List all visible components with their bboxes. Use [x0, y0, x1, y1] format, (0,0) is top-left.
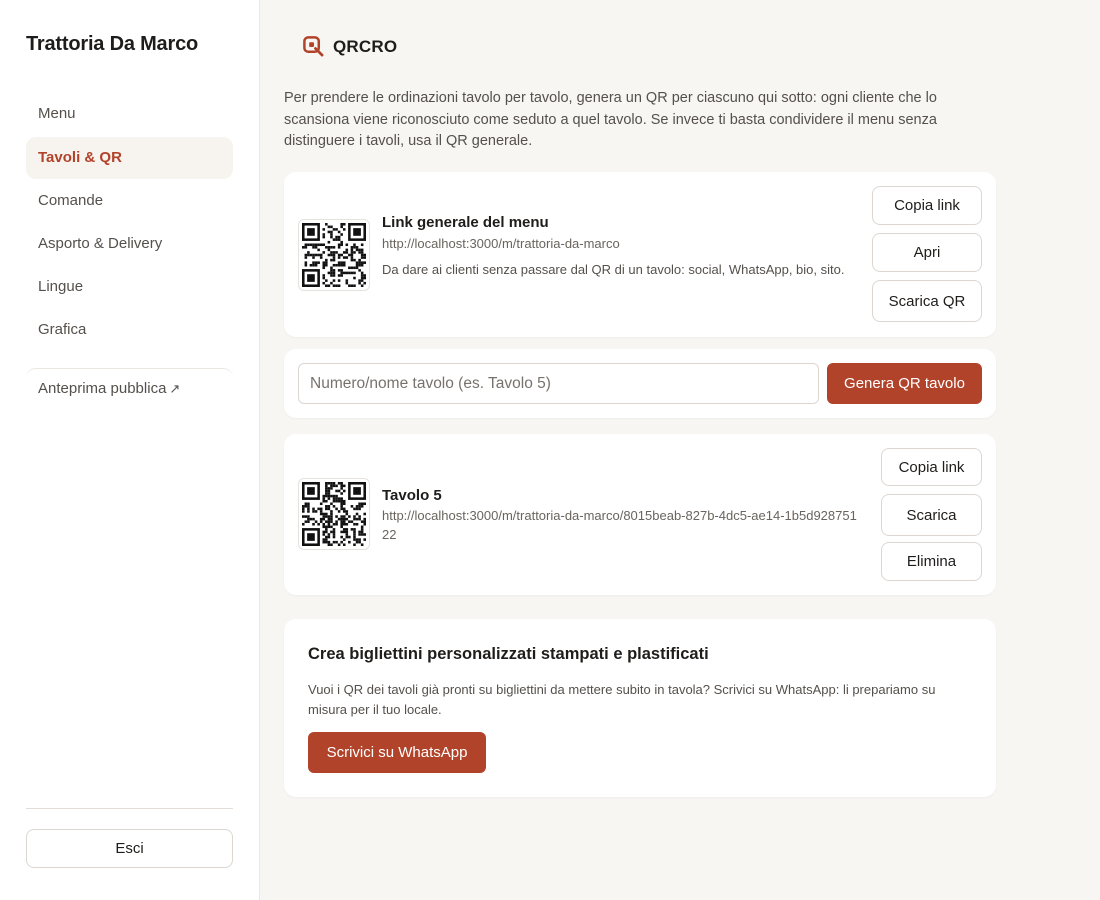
sidebar-bottom-divider	[26, 808, 233, 809]
promo-text: Vuoi i QR dei tavoli già pronti su bigli…	[308, 682, 936, 717]
table-download-button[interactable]: Scarica	[881, 494, 982, 536]
sidebar: Trattoria Da Marco Menu Tavoli & QR Coma…	[0, 0, 260, 900]
logout-button[interactable]: Esci	[26, 829, 233, 868]
general-link-url: http://localhost:3000/m/trattoria-da-mar…	[382, 236, 620, 251]
general-link-card: Link generale del menu http://localhost:…	[284, 172, 996, 337]
public-preview-link[interactable]: Anteprima pubblica ↗	[26, 368, 233, 410]
sidebar-item-menu[interactable]: Menu	[26, 93, 233, 135]
general-link-title: Link generale del menu	[382, 214, 549, 231]
table-entry-card: Tavolo 5 http://localhost:3000/m/trattor…	[284, 434, 996, 595]
brand-name: QRCRO	[333, 36, 398, 56]
general-link-description: Da dare ai clienti senza passare dal QR …	[382, 262, 845, 277]
whatsapp-button[interactable]: Scrivici su WhatsApp	[308, 732, 486, 773]
sidebar-item-tavoli-qr[interactable]: Tavoli & QR	[26, 137, 233, 179]
table-url: http://localhost:3000/m/trattoria-da-mar…	[382, 508, 857, 542]
brand: QRCRO	[302, 35, 397, 58]
promo-title: Crea bigliettini personalizzati stampati…	[308, 645, 709, 663]
open-button[interactable]: Apri	[872, 233, 982, 272]
create-table-card: Genera QR tavolo	[284, 349, 996, 418]
copy-link-button[interactable]: Copia link	[872, 186, 982, 225]
restaurant-name: Trattoria Da Marco	[26, 33, 199, 55]
sidebar-item-grafica[interactable]: Grafica	[26, 309, 233, 351]
table-name: Tavolo 5	[382, 487, 442, 504]
qr-code-icon	[302, 223, 366, 287]
table-copy-link-button[interactable]: Copia link	[881, 448, 982, 486]
qrcro-logo-icon	[303, 36, 324, 57]
table-delete-button[interactable]: Elimina	[881, 542, 982, 581]
intro-text: Per prendere le ordinazioni tavolo per t…	[284, 90, 937, 149]
generate-qr-button[interactable]: Genera QR tavolo	[827, 363, 982, 404]
download-qr-button[interactable]: Scarica QR	[872, 280, 982, 322]
table-qr-code	[298, 478, 370, 550]
qr-code-icon	[302, 482, 366, 546]
sidebar-item-asporto-delivery[interactable]: Asporto & Delivery	[26, 223, 233, 265]
public-preview-label: Anteprima pubblica	[38, 380, 167, 397]
external-link-icon: ↗	[169, 381, 181, 396]
sidebar-item-comande[interactable]: Comande	[26, 180, 233, 222]
general-qr-code	[298, 219, 370, 291]
table-name-input[interactable]	[298, 363, 819, 404]
sidebar-item-lingue[interactable]: Lingue	[26, 266, 233, 308]
promo-card: Crea bigliettini personalizzati stampati…	[284, 619, 996, 797]
